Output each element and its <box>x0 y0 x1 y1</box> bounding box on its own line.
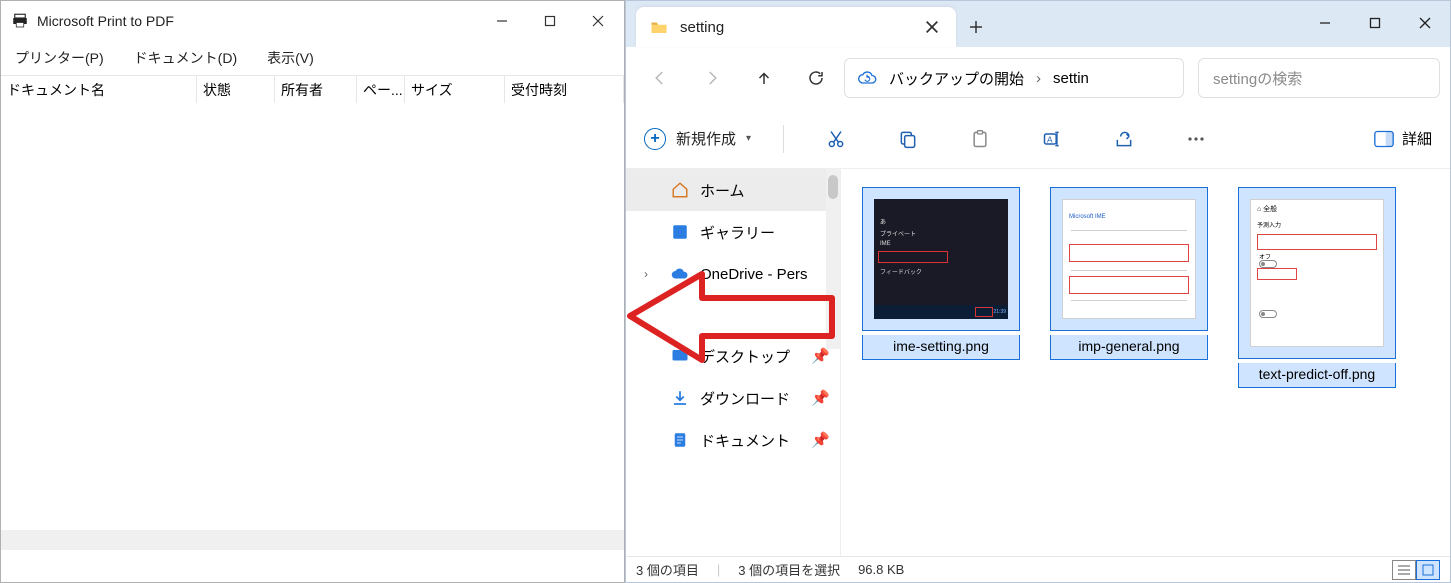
pin-icon[interactable]: 📌 <box>811 347 830 365</box>
chevron-down-icon: ▾ <box>746 133 751 144</box>
documents-icon <box>670 431 690 449</box>
status-size: 96.8 KB <box>858 562 904 577</box>
status-bar <box>1 530 624 582</box>
minimize-button[interactable] <box>1300 1 1350 45</box>
nav-documents[interactable]: ドキュメント 📌 <box>626 419 840 461</box>
status-selected-count: 3 個の項目を選択 <box>738 560 840 579</box>
col-status[interactable]: 状態 <box>197 76 275 103</box>
nav-forward-button[interactable] <box>688 58 736 98</box>
rename-button[interactable]: A <box>1032 119 1072 159</box>
col-size[interactable]: サイズ <box>405 76 505 103</box>
nav-back-button[interactable] <box>636 58 684 98</box>
minimize-button[interactable] <box>478 2 526 40</box>
explorer-tab[interactable]: setting <box>636 7 956 47</box>
nav-gallery-label: ギャラリー <box>700 222 775 243</box>
backup-start-label[interactable]: バックアップの開始 <box>889 68 1024 89</box>
menu-printer[interactable]: プリンター(P) <box>9 46 110 70</box>
close-button[interactable] <box>574 2 622 40</box>
col-pages[interactable]: ペー... <box>357 76 405 103</box>
col-owner[interactable]: 所有者 <box>275 76 357 103</box>
nav-downloads[interactable]: ダウンロード 📌 <box>626 377 840 419</box>
nav-onedrive[interactable]: › OneDrive - Pers <box>626 253 840 295</box>
navigation-pane: ホーム ギャラリー › OneDrive - Pers デスクトップ 📌 ダウン… <box>626 169 841 556</box>
maximize-button[interactable] <box>1350 1 1400 45</box>
file-name: imp-general.png <box>1050 335 1208 360</box>
new-label: 新規作成 <box>676 128 736 149</box>
search-placeholder: settingの検索 <box>1213 68 1302 89</box>
details-label: 詳細 <box>1402 128 1432 149</box>
new-tab-button[interactable] <box>956 7 996 47</box>
print-queue-list <box>1 103 624 523</box>
nav-documents-label: ドキュメント <box>700 430 790 451</box>
home-icon <box>670 181 690 199</box>
tab-title: setting <box>680 19 924 36</box>
details-pane-button[interactable]: 詳細 <box>1374 128 1432 149</box>
details-pane-icon <box>1374 130 1394 148</box>
close-button[interactable] <box>1400 1 1450 45</box>
toolbar: + 新規作成 ▾ A 詳細 <box>626 109 1450 169</box>
breadcrumb-chevron-icon[interactable]: › <box>1036 70 1041 87</box>
chevron-right-icon[interactable]: › <box>644 267 648 281</box>
print-queue-window: Microsoft Print to PDF プリンター(P) ドキュメント(D… <box>0 0 625 583</box>
nav-downloads-label: ダウンロード <box>700 388 790 409</box>
nav-home[interactable]: ホーム <box>626 169 840 211</box>
file-thumbnail: Microsoft IME <box>1062 199 1196 319</box>
nav-refresh-button[interactable] <box>792 58 840 98</box>
maximize-button[interactable] <box>526 2 574 40</box>
nav-up-button[interactable] <box>740 58 788 98</box>
file-item[interactable]: あ プライベート IME フィードバック 21:39 ime-setting.p… <box>861 187 1021 360</box>
paste-button[interactable] <box>960 119 1000 159</box>
nav-desktop[interactable]: デスクトップ 📌 <box>626 335 840 377</box>
menu-document[interactable]: ドキュメント(D) <box>128 46 243 70</box>
nav-home-label: ホーム <box>700 180 745 201</box>
folder-icon <box>650 18 668 36</box>
address-bar[interactable]: バックアップの開始 › settin <box>844 58 1184 98</box>
address-bar-row: バックアップの開始 › settin settingの検索 <box>626 47 1450 109</box>
downloads-icon <box>670 389 690 407</box>
explorer-status-bar: 3 個の項目 | 3 個の項目を選択 96.8 KB <box>626 556 1450 582</box>
pin-icon[interactable]: 📌 <box>811 431 830 449</box>
window-title: Microsoft Print to PDF <box>37 13 174 29</box>
nav-onedrive-label: OneDrive - Pers <box>700 266 808 283</box>
view-thumbnails-button[interactable] <box>1416 560 1440 580</box>
printer-icon <box>11 12 29 30</box>
column-headers: ドキュメント名 状態 所有者 ペー... サイズ 受付時刻 <box>1 75 624 103</box>
explorer-titlebar[interactable]: setting <box>626 1 1450 47</box>
new-button[interactable]: + 新規作成 ▾ <box>644 128 751 150</box>
nav-desktop-label: デスクトップ <box>700 346 790 367</box>
titlebar[interactable]: Microsoft Print to PDF <box>1 1 624 41</box>
col-submitted-time[interactable]: 受付時刻 <box>505 76 624 103</box>
nav-gallery[interactable]: ギャラリー <box>626 211 840 253</box>
menu-view[interactable]: 表示(V) <box>261 46 320 70</box>
onedrive-icon <box>670 267 690 281</box>
desktop-icon <box>670 347 690 365</box>
tab-close-icon[interactable] <box>924 19 940 35</box>
status-item-count: 3 個の項目 <box>636 560 699 579</box>
file-thumbnail: ⌂ 全般 予測入力 オフ <box>1250 199 1384 347</box>
copy-button[interactable] <box>888 119 928 159</box>
breadcrumb-folder[interactable]: settin <box>1053 70 1089 87</box>
file-explorer-window: setting バックアップの開始 › settin settingの検索 + … <box>625 0 1451 583</box>
share-button[interactable] <box>1104 119 1144 159</box>
file-name: text-predict-off.png <box>1238 363 1396 388</box>
cut-button[interactable] <box>816 119 856 159</box>
view-toggle <box>1392 560 1440 580</box>
pin-icon[interactable]: 📌 <box>811 389 830 407</box>
file-name: ime-setting.png <box>862 335 1020 360</box>
gallery-icon <box>670 223 690 241</box>
file-content-pane[interactable]: あ プライベート IME フィードバック 21:39 ime-setting.p… <box>841 169 1450 556</box>
menu-bar: プリンター(P) ドキュメント(D) 表示(V) <box>1 41 624 75</box>
file-thumbnail: あ プライベート IME フィードバック 21:39 <box>874 199 1008 319</box>
scrollbar[interactable] <box>826 169 840 349</box>
view-details-button[interactable] <box>1392 560 1416 580</box>
search-input[interactable]: settingの検索 <box>1198 58 1440 98</box>
svg-text:A: A <box>1047 134 1053 144</box>
file-item[interactable]: ⌂ 全般 予測入力 オフ text-predict-off.png <box>1237 187 1397 388</box>
cloud-sync-icon <box>857 68 877 88</box>
plus-icon: + <box>644 128 666 150</box>
col-document-name[interactable]: ドキュメント名 <box>1 76 197 103</box>
file-item[interactable]: Microsoft IME imp-general.png <box>1049 187 1209 360</box>
more-button[interactable] <box>1176 119 1216 159</box>
